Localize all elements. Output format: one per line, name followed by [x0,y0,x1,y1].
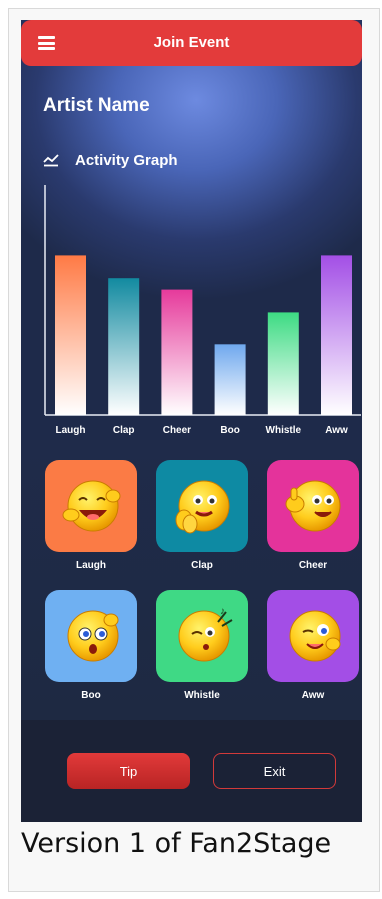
bar-whistle [267,312,299,415]
reaction-laugh[interactable]: Laugh [45,460,137,571]
app-screen: Join Event Artist Name Activity Graph La… [21,20,362,822]
bar-cheer [161,289,193,415]
svg-text:♪: ♪ [220,606,225,617]
x-tick-label: Laugh [56,425,86,436]
reaction-label: Aww [301,690,325,701]
x-tick-label: Clap [113,425,135,436]
x-tick-label: Boo [220,425,239,436]
reaction-label: Whistle [184,690,220,701]
x-tick-label: Cheer [163,425,191,436]
x-tick-label: Whistle [266,425,302,436]
bar-aww [321,255,352,415]
artist-name: Artist Name [43,95,150,116]
reaction-boo[interactable]: Boo [45,590,137,701]
reaction-whistle[interactable]: ♪ Whistle [156,590,248,701]
reaction-tile-whistle[interactable]: ♪ [156,590,248,682]
exit-button[interactable]: Exit [213,753,336,789]
reaction-tile-boo[interactable] [45,590,137,682]
reaction-tile-aww[interactable] [267,590,359,682]
activity-bar-chart: Laugh Clap Cheer Boo Whistle Aww [44,185,361,436]
bar-clap [108,278,140,415]
header-bar: Join Event [21,20,362,66]
reaction-aww[interactable]: Aww [267,590,359,701]
activity-graph-title: Activity Graph [75,152,178,169]
bar-boo [214,344,246,415]
reaction-cheer[interactable]: Cheer [267,460,359,571]
reaction-clap[interactable]: Clap [156,460,248,571]
reaction-label: Cheer [298,560,328,571]
tip-button[interactable]: Tip [67,753,190,789]
reaction-tile-clap[interactable] [156,460,248,552]
reaction-tile-cheer[interactable] [267,460,359,552]
x-tick-label: Aww [325,425,348,436]
caption: Version 1 of Fan2Stage [21,828,332,859]
reaction-label: Clap [191,560,213,571]
bar-laugh [55,255,86,415]
reaction-label: Boo [81,690,101,701]
reaction-label: Laugh [76,560,106,571]
line-chart-icon [43,154,59,167]
reaction-tile-laugh[interactable] [45,460,137,552]
page-title: Join Event [153,34,230,51]
